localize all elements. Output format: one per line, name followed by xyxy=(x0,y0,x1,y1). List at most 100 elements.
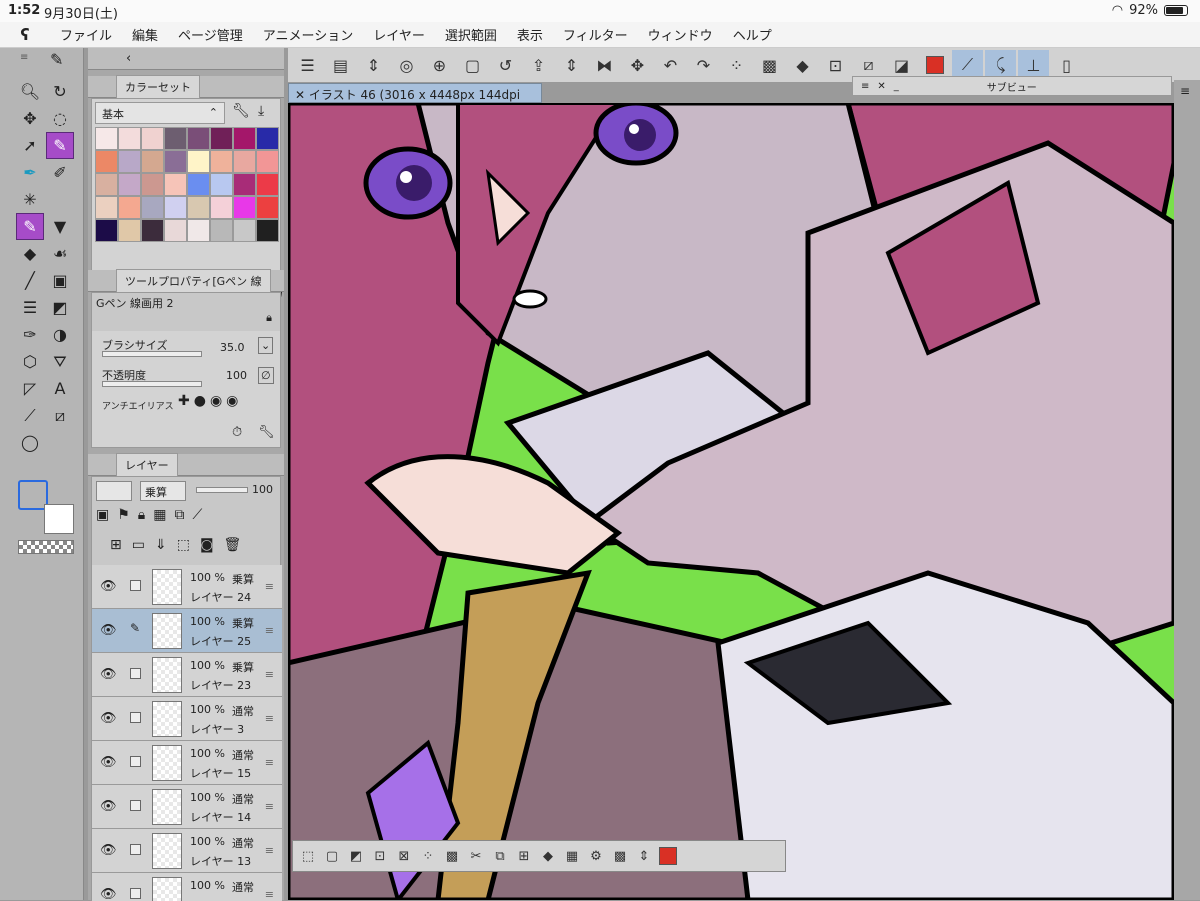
menu-filter[interactable]: フィルター xyxy=(553,25,638,44)
layer-opacity-value[interactable]: 100 xyxy=(252,483,273,496)
gpen-icon[interactable]: ✎ xyxy=(16,213,44,240)
eye-icon[interactable]: 👁︎ xyxy=(100,887,117,901)
color-swatch[interactable] xyxy=(187,127,210,150)
color-swatch[interactable] xyxy=(187,196,210,219)
menu-help[interactable]: ヘルプ xyxy=(723,25,782,44)
layer-checkbox[interactable] xyxy=(130,888,141,899)
sub-color-swatch[interactable] xyxy=(44,504,74,534)
color-swatch[interactable] xyxy=(95,196,118,219)
mask-icon[interactable]: ⧉ xyxy=(174,507,184,523)
eye-icon[interactable]: 👁︎ xyxy=(100,711,117,726)
blend-icon[interactable]: ☙ xyxy=(46,240,74,267)
color-swatch[interactable] xyxy=(210,219,233,242)
blend-mode-select[interactable]: 乗算 xyxy=(140,481,186,501)
layer-row[interactable]: 👁︎ 100 % レイヤー 23 ≡ 乗算 xyxy=(92,653,282,697)
color-swatch[interactable] xyxy=(256,219,279,242)
open-folder-icon[interactable]: ▢ xyxy=(457,50,488,80)
color-swatch[interactable] xyxy=(210,127,233,150)
move-icon[interactable]: ✥ xyxy=(16,105,44,132)
line-icon[interactable]: ╱ xyxy=(16,267,44,294)
lock-icon[interactable]: 🔒︎ xyxy=(266,311,272,325)
ruler-icon[interactable]: ⟋ xyxy=(16,402,44,429)
hamburger-icon[interactable]: ☰ xyxy=(292,50,323,80)
reset-icon[interactable]: ⏱ xyxy=(232,425,242,440)
eye-icon[interactable]: 👁︎ xyxy=(100,755,117,770)
water-icon[interactable]: ◑ xyxy=(46,321,74,348)
tab-color-set[interactable]: カラーセット xyxy=(116,75,200,98)
new-layer-sel-icon[interactable]: ▦ xyxy=(561,844,583,868)
delete-layer-icon[interactable]: 🗑︎ xyxy=(224,537,242,553)
sel-fill-color-icon[interactable] xyxy=(657,844,679,868)
brush-icon[interactable]: ✑ xyxy=(16,321,44,348)
sel-settings-icon[interactable]: ⚙ xyxy=(585,844,607,868)
lasso-icon[interactable]: ◌ xyxy=(46,105,74,132)
chevron-updown-icon-2[interactable]: ⇕ xyxy=(556,50,587,80)
menu-file[interactable]: ファイル xyxy=(50,25,122,44)
new-file-icon[interactable]: ⊕ xyxy=(424,50,455,80)
color-set-select[interactable]: 基本 ⌃ xyxy=(95,102,225,124)
aa-mid-icon[interactable]: ◉ xyxy=(210,393,222,409)
layer-grip-icon[interactable]: ≡ xyxy=(265,624,274,637)
redo-icon[interactable]: ↷ xyxy=(688,50,719,80)
sel-clear-icon[interactable]: ⬚ xyxy=(297,844,319,868)
layer-row[interactable]: 👁︎ ✎ 100 % レイヤー 25 ≡ 乗算 xyxy=(92,609,282,653)
wrench-icon[interactable]: 🔧︎ xyxy=(232,103,250,119)
menu-window[interactable]: ウィンドウ xyxy=(638,25,723,44)
sel-select-icon[interactable]: ⁘ xyxy=(417,844,439,868)
color-swatch[interactable] xyxy=(233,173,256,196)
aa-strong-icon[interactable]: ◉ xyxy=(226,393,238,409)
fill-bucket-icon[interactable]: ◆ xyxy=(537,844,559,868)
fill-selection-icon[interactable]: ◆ xyxy=(787,50,818,80)
color-swatch[interactable] xyxy=(141,150,164,173)
color-swatch[interactable] xyxy=(256,196,279,219)
menu-edit[interactable]: 編集 xyxy=(122,25,168,44)
brush-size-slider[interactable] xyxy=(102,351,202,357)
close-subview-icon[interactable]: ✕ xyxy=(877,81,885,92)
color-swatch[interactable] xyxy=(141,173,164,196)
tab-layer[interactable]: レイヤー xyxy=(116,453,178,476)
new-folder-icon[interactable]: ▭ xyxy=(132,537,145,553)
sel-fill-icon[interactable]: ◩ xyxy=(345,844,367,868)
gradient-icon[interactable]: ◩ xyxy=(46,294,74,321)
layer-grip-icon[interactable]: ≡ xyxy=(265,756,274,769)
opacity-slider[interactable] xyxy=(102,381,202,387)
color-swatch[interactable] xyxy=(164,196,187,219)
layer-grip-icon[interactable]: ≡ xyxy=(265,668,274,681)
app-icon[interactable]: ◎ xyxy=(391,50,422,80)
color-swatch[interactable] xyxy=(187,173,210,196)
color-swatch[interactable] xyxy=(256,127,279,150)
menu-layer[interactable]: レイヤー xyxy=(363,25,435,44)
menu-page[interactable]: ページ管理 xyxy=(168,25,253,44)
brush-preset[interactable]: Gペン 線画用 2 🔒︎ xyxy=(92,293,280,331)
pen-icon[interactable]: ✒ xyxy=(16,159,44,186)
sel-expand-icon[interactable]: ⊡ xyxy=(369,844,391,868)
move-canvas-icon[interactable]: ✥ xyxy=(622,50,653,80)
eye-icon[interactable]: 👁︎ xyxy=(100,843,117,858)
new-raster-layer-icon[interactable]: ⊞ xyxy=(110,537,122,553)
layer-checkbox[interactable] xyxy=(130,580,141,591)
color-swatch[interactable] xyxy=(141,196,164,219)
balloon-icon[interactable]: ◯ xyxy=(16,429,44,456)
layer-mask-icon[interactable]: ◙ xyxy=(200,537,214,553)
color-swatch[interactable] xyxy=(141,127,164,150)
export-icon[interactable]: ⇪ xyxy=(523,50,554,80)
chevron-updown-icon[interactable]: ⇕ xyxy=(358,50,389,80)
sync-icon[interactable]: ↺ xyxy=(490,50,521,80)
layer-grip-icon[interactable]: ≡ xyxy=(265,580,274,593)
color-swatch[interactable] xyxy=(164,127,187,150)
color-swatch[interactable] xyxy=(233,196,256,219)
clip-icon[interactable]: ▣ xyxy=(96,507,109,523)
color-swatch[interactable] xyxy=(233,150,256,173)
tab-tool-property[interactable]: ツールプロパティ[Gペン 線 xyxy=(116,269,271,292)
undo-icon[interactable]: ↶ xyxy=(655,50,686,80)
menu-view[interactable]: 表示 xyxy=(507,25,553,44)
bucket-icon[interactable]: ⛛ xyxy=(46,348,74,375)
size-chevron-icon[interactable]: ⌄ xyxy=(258,337,274,354)
layer-color-select[interactable] xyxy=(96,481,132,501)
layer-row[interactable]: 👁︎ 100 % ≡ 通常 xyxy=(92,873,282,901)
zoom-icon[interactable]: 🔍︎ xyxy=(16,78,44,105)
cut-icon[interactable]: ✂ xyxy=(465,844,487,868)
eyedropper-icon[interactable]: ✎ xyxy=(46,132,74,159)
eye-icon[interactable]: 👁︎ xyxy=(100,667,117,682)
layer-row[interactable]: 👁︎ 100 % レイヤー 13 ≡ 通常 xyxy=(92,829,282,873)
